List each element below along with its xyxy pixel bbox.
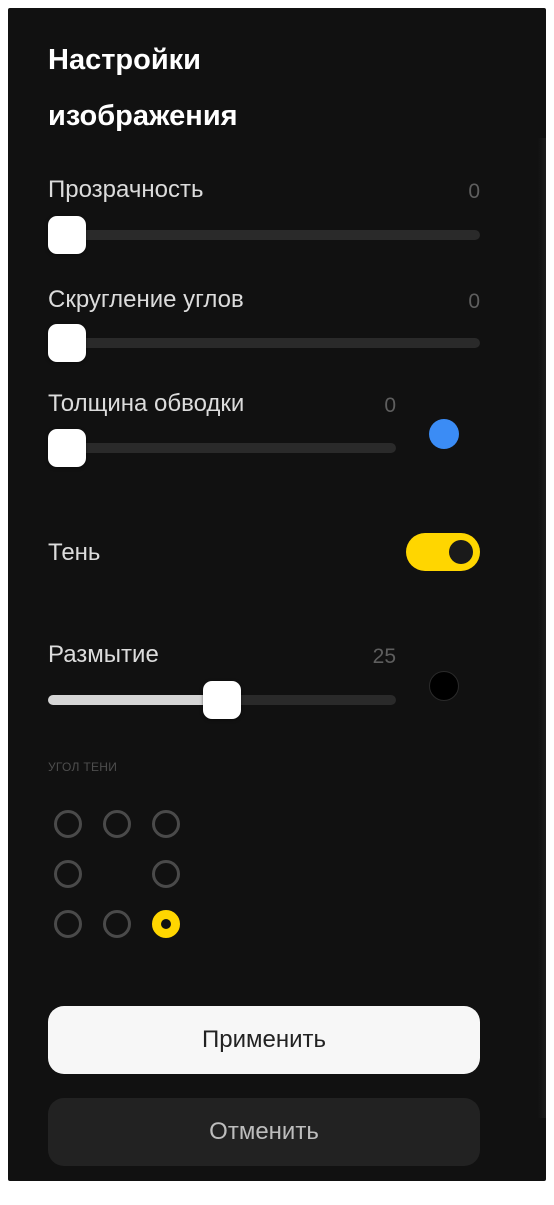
apply-button[interactable]: Применить [48,1006,480,1074]
opacity-label: Прозрачность [48,176,204,203]
stroke-width-slider[interactable] [48,429,396,467]
blur-slider[interactable] [48,681,396,719]
opacity-value: 0 [468,180,480,203]
shadow-toggle-knob [449,540,473,564]
stroke-color-swatch[interactable] [429,419,459,449]
stroke-width-value: 0 [384,394,396,417]
shadow-label: Тень [48,539,101,566]
anchor-bottom-left[interactable] [54,910,82,938]
anchor-left[interactable] [54,860,82,888]
opacity-slider[interactable] [48,216,480,254]
anchor-bottom[interactable] [103,910,131,938]
blur-slider-fill [48,695,222,705]
panel-title: Настройки изображения [48,44,238,132]
anchor-bottom-right[interactable] [152,910,180,938]
image-settings-panel: Настройки изображения Прозрачность 0 Скр… [8,8,546,1181]
cancel-button[interactable]: Отменить [48,1098,480,1166]
anchor-top-left[interactable] [54,810,82,838]
stroke-width-slider-thumb[interactable] [48,429,86,467]
blur-label: Размытие [48,641,159,668]
corner-radius-slider[interactable] [48,324,480,362]
blur-value: 25 [372,645,396,668]
blur-slider-thumb[interactable] [203,681,241,719]
corner-radius-slider-thumb[interactable] [48,324,86,362]
panel-edge [538,138,546,1118]
shadow-angle-label: УГОЛ ТЕНИ [48,760,118,774]
corner-radius-value: 0 [468,290,480,313]
anchor-top[interactable] [103,810,131,838]
shadow-color-swatch[interactable] [429,671,459,701]
opacity-slider-thumb[interactable] [48,216,86,254]
anchor-right[interactable] [152,860,180,888]
corner-radius-label: Скругление углов [48,286,244,313]
anchor-top-right[interactable] [152,810,180,838]
stroke-width-label: Толщина обводки [48,390,245,417]
shadow-toggle[interactable] [406,533,480,571]
